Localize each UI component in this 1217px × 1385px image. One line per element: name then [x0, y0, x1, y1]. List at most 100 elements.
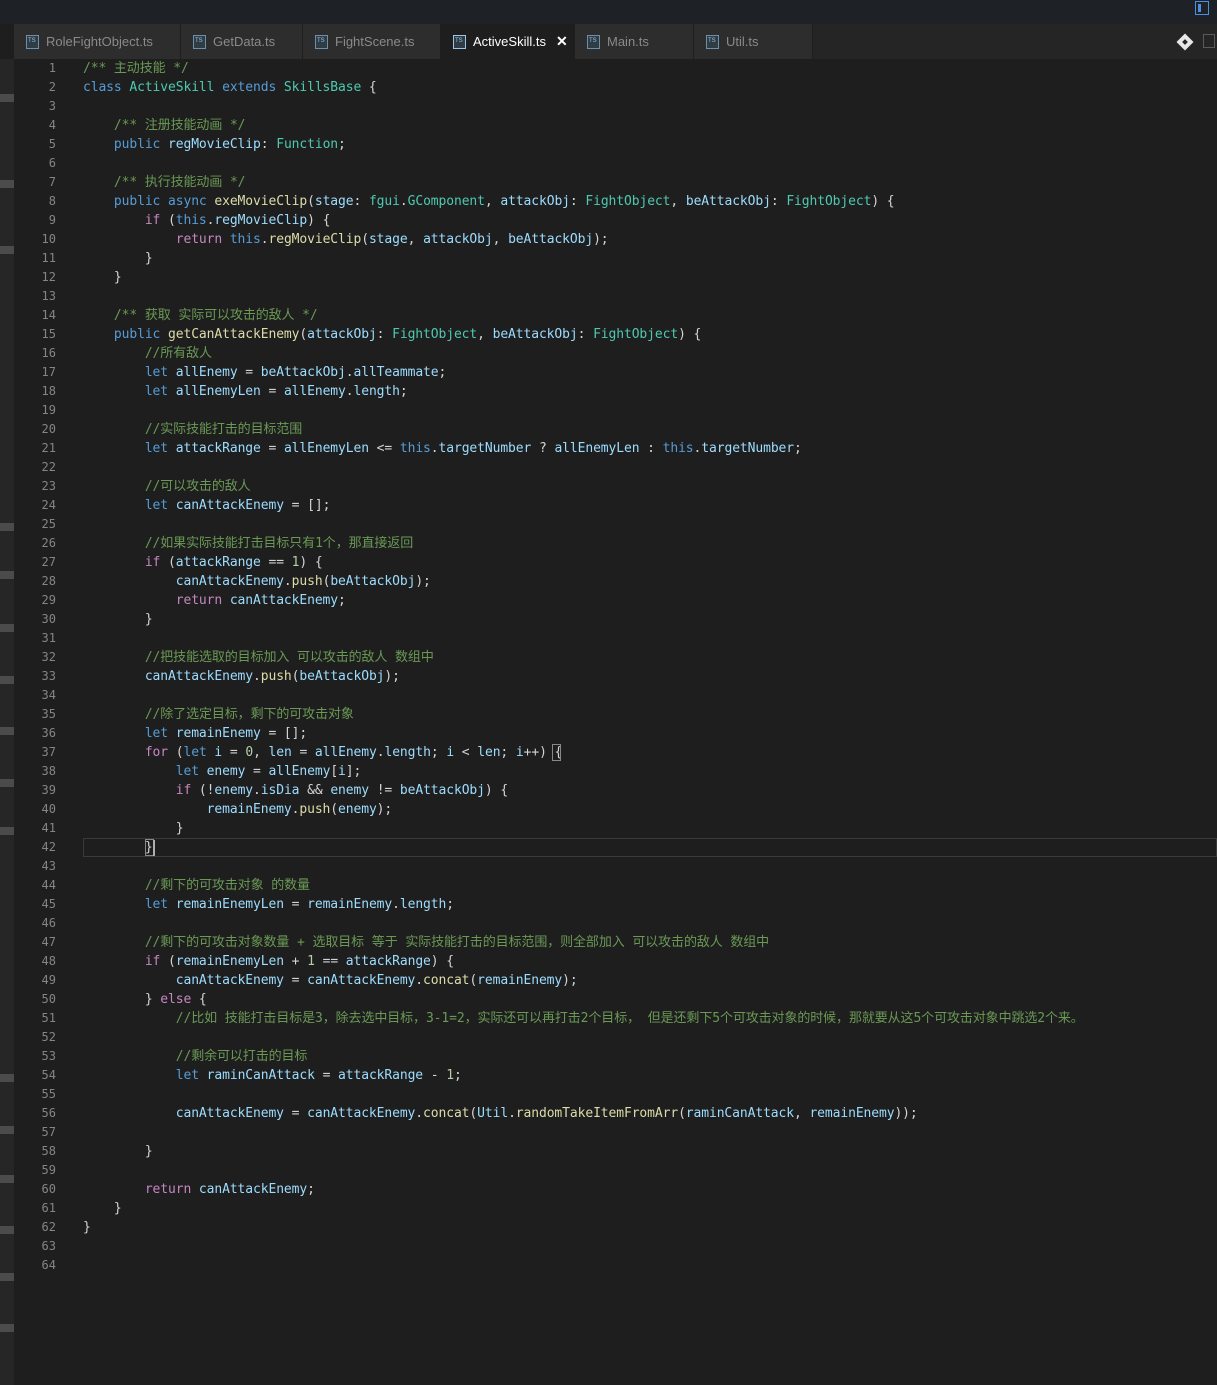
code-token: Util — [477, 1106, 509, 1121]
tab-rolefightobject-ts[interactable]: RoleFightObject.ts — [14, 24, 181, 59]
code-line[interactable]: let canAttackEnemy = []; — [83, 496, 331, 515]
code-line[interactable]: /** 执行技能动画 */ — [83, 173, 246, 192]
line-number: 19 — [41, 403, 56, 417]
tab-activeskill-ts[interactable]: ActiveSkill.ts ✕ — [441, 24, 575, 59]
code-line[interactable]: } — [83, 249, 153, 268]
code-token: , — [253, 745, 269, 760]
code-line[interactable]: /** 主动技能 */ — [83, 59, 189, 78]
code-token: - — [423, 1068, 447, 1083]
tab-fightscene-ts[interactable]: FightScene.ts — [303, 24, 441, 59]
code-comment: //实际技能打击的目标范围 — [144, 422, 303, 437]
line-number: 58 — [41, 1144, 56, 1158]
line-number: 46 — [41, 916, 56, 930]
line-number: 1 — [48, 61, 56, 75]
tab-getdata-ts[interactable]: GetData.ts — [181, 24, 303, 59]
code-line[interactable]: //剩下的可攻击对象数量 + 选取目标 等于 实际技能打击的目标范围，则全部加入… — [83, 933, 769, 952]
code-line[interactable]: public async exeMovieClip(stage: fgui.GC… — [83, 192, 895, 211]
code-line[interactable]: } — [83, 838, 153, 857]
code-token: remainEnemy — [206, 802, 292, 817]
code-line[interactable]: if (remainEnemyLen + 1 == attackRange) { — [83, 952, 454, 971]
code-token: len — [477, 745, 501, 760]
code-token: ); — [384, 669, 400, 684]
code-line[interactable]: if (this.regMovieClip) { — [83, 211, 331, 230]
code-line[interactable]: let enemy = allEnemy[i]; — [83, 762, 362, 781]
code-line[interactable]: public regMovieClip: Function; — [83, 135, 346, 154]
line-number: 8 — [48, 194, 56, 208]
code-token: beAttackObj — [508, 232, 594, 247]
code-line[interactable]: canAttackEnemy = canAttackEnemy.concat(U… — [83, 1104, 918, 1123]
code-line[interactable]: } — [83, 1218, 91, 1237]
code-line[interactable]: return this.regMovieClip(stage, attackOb… — [83, 230, 609, 249]
code-line[interactable]: canAttackEnemy.push(beAttackObj); — [83, 667, 400, 686]
code-token: != — [368, 783, 400, 798]
code-line[interactable]: } — [83, 819, 184, 838]
tab-label: ActiveSkill.ts — [473, 34, 546, 49]
code-line[interactable]: return canAttackEnemy; — [83, 591, 346, 610]
line-number: 41 — [41, 821, 56, 835]
code-line[interactable]: if (!enemy.isDia && enemy != beAttackObj… — [83, 781, 508, 800]
scroll-marker — [0, 523, 14, 531]
code-line[interactable]: let raminCanAttack = attackRange - 1; — [83, 1066, 462, 1085]
code-token: ; — [794, 441, 802, 456]
code-line[interactable]: if (attackRange == 1) { — [83, 553, 323, 572]
close-tab-icon[interactable]: ✕ — [556, 33, 568, 50]
code-token: concat — [423, 1106, 470, 1121]
code-line[interactable]: //剩余可以打击的目标 — [83, 1047, 308, 1066]
code-line[interactable]: //比如 技能打击目标是3，除去选中目标，3-1=2，实际还可以再打击2个目标，… — [83, 1009, 1084, 1028]
code-token: length — [399, 897, 447, 912]
code-token: let — [144, 441, 176, 456]
toggle-sidebar-icon[interactable] — [1195, 1, 1209, 15]
code-line[interactable]: } — [83, 1199, 122, 1218]
scroll-marker — [0, 1126, 14, 1134]
code-line[interactable]: let remainEnemy = []; — [83, 724, 307, 743]
code-line[interactable]: remainEnemy.push(enemy); — [83, 800, 393, 819]
matching-bracket-highlight — [552, 744, 561, 761]
code-token: ; — [307, 1182, 315, 1197]
code-line[interactable]: //所有敌人 — [83, 344, 212, 363]
code-line[interactable]: for (let i = 0, len = allEnemy.length; i… — [83, 743, 563, 762]
code-line[interactable]: //可以攻击的敌人 — [83, 477, 251, 496]
code-token: beAttackObj — [685, 194, 771, 209]
code-token: allEnemy — [283, 384, 346, 399]
code-line[interactable]: //实际技能打击的目标范围 — [83, 420, 302, 439]
code-line[interactable]: let remainEnemyLen = remainEnemy.length; — [83, 895, 454, 914]
code-line[interactable]: let attackRange = allEnemyLen <= this.ta… — [83, 439, 802, 458]
line-number: 25 — [41, 517, 56, 531]
code-token: ); — [415, 574, 431, 589]
line-number: 30 — [41, 612, 56, 626]
code-token: } — [83, 251, 153, 266]
split-editor-icon[interactable] — [1203, 34, 1215, 48]
tab-main-ts[interactable]: Main.ts — [575, 24, 694, 59]
code-line[interactable]: let allEnemyLen = allEnemy.length; — [83, 382, 408, 401]
code-line[interactable]: public getCanAttackEnemy(attackObj: Figh… — [83, 325, 701, 344]
code-line[interactable]: //除了选定目标，剩下的可攻击对象 — [83, 705, 354, 724]
code-line[interactable]: } — [83, 268, 122, 287]
code-token: . — [253, 783, 261, 798]
code-token: i — [214, 745, 223, 760]
code-line[interactable]: let allEnemy = beAttackObj.allTeammate; — [83, 363, 447, 382]
code-comment: //剩下的可攻击对象数量 + 选取目标 等于 实际技能打击的目标范围，则全部加入… — [144, 935, 770, 950]
code-line[interactable]: //把技能选取的目标加入 可以攻击的敌人 数组中 — [83, 648, 434, 667]
code-token: beAttackObj — [260, 365, 346, 380]
code-line[interactable]: class ActiveSkill extends SkillsBase { — [83, 78, 377, 97]
code-token: isDia — [260, 783, 300, 798]
code-line[interactable]: //如果实际技能打击目标只有1个，那直接返回 — [83, 534, 413, 553]
code-token: let — [144, 365, 176, 380]
tab-util-ts[interactable]: Util.ts — [694, 24, 813, 59]
code-line[interactable]: canAttackEnemy.push(beAttackObj); — [83, 572, 431, 591]
code-line[interactable]: /** 注册技能动画 */ — [83, 116, 246, 135]
code-comment: /** 执行技能动画 */ — [113, 175, 246, 190]
code-line[interactable]: return canAttackEnemy; — [83, 1180, 315, 1199]
code-line[interactable]: } else { — [83, 990, 207, 1009]
code-token: let — [175, 764, 207, 779]
code-line[interactable]: canAttackEnemy = canAttackEnemy.concat(r… — [83, 971, 578, 990]
code-token: } — [83, 1201, 122, 1216]
code-line[interactable]: /** 获取 实际可以攻击的敌人 */ — [83, 306, 318, 325]
code-line[interactable]: } — [83, 1142, 153, 1161]
code-line[interactable]: //剩下的可攻击对象 的数量 — [83, 876, 310, 895]
code-line[interactable]: } — [83, 610, 153, 629]
